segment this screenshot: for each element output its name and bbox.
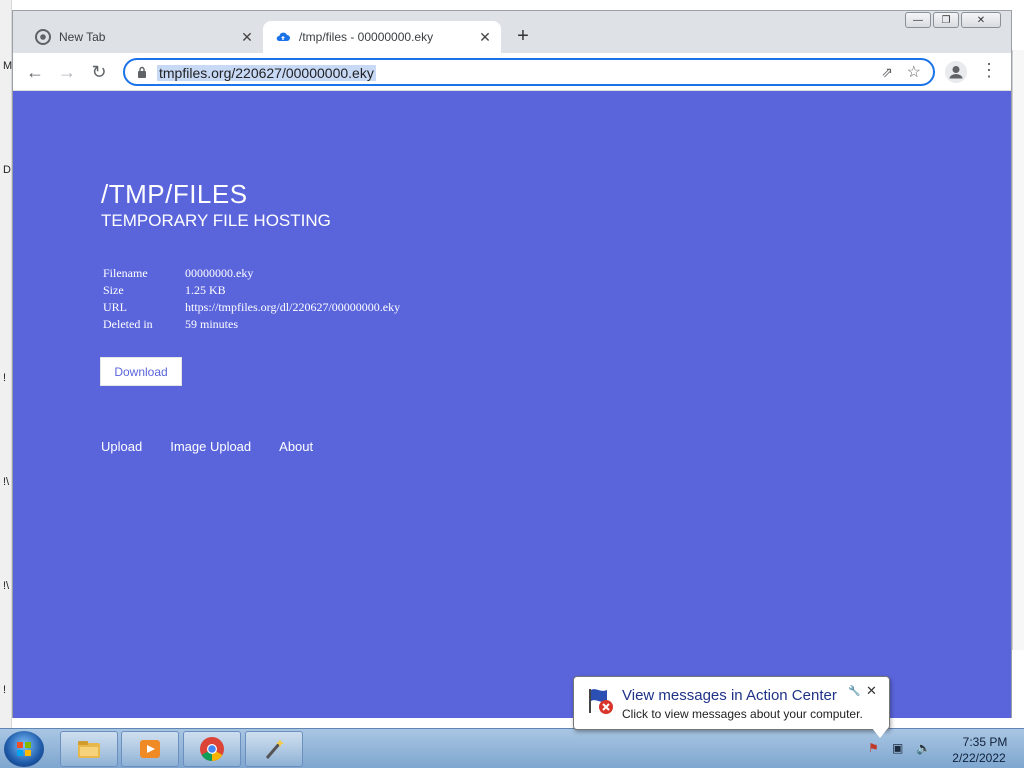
windows-logo-icon (17, 742, 31, 756)
bg-letter: !\ (3, 476, 10, 488)
url-text[interactable]: tmpfiles.org/220627/00000000.eky (157, 65, 376, 81)
action-center-notification[interactable]: View messages in Action Center Click to … (573, 676, 890, 730)
folder-icon (78, 741, 100, 758)
tab-strip: New Tab ✕ /tmp/files - 00000000.eky ✕ + … (13, 11, 1011, 53)
table-row: Filename 00000000.eky (101, 265, 402, 282)
settings-wrench-icon[interactable]: 🔧 (848, 686, 860, 697)
media-player-icon (140, 740, 160, 758)
cloud-upload-icon (276, 32, 290, 41)
profile-icon[interactable] (945, 61, 967, 83)
bg-letter: !\ (3, 580, 10, 592)
info-key: Size (103, 283, 124, 297)
page-title: /TMP/FILES (101, 179, 248, 209)
info-key: Filename (103, 266, 148, 280)
tab-title: /tmp/files - 00000000.eky (299, 30, 434, 44)
close-tab-icon[interactable]: ✕ (475, 29, 495, 46)
volume-icon[interactable]: 🔈 (916, 741, 932, 755)
chrome-icon (35, 29, 51, 45)
window-controls: — ❐ ✕ (903, 12, 1001, 28)
info-value: 1.25 KB (185, 283, 226, 297)
bg-letter: ! (3, 684, 7, 696)
info-key: Deleted in (103, 317, 153, 331)
chrome-icon (200, 737, 224, 761)
browser-toolbar: ← → ↻ tmpfiles.org/220627/00000000.eky ⇗… (13, 53, 1011, 91)
file-info-table: Filename 00000000.eky Size 1.25 KB URL h… (101, 265, 402, 333)
taskbar-chrome[interactable] (183, 731, 241, 767)
info-value: 00000000.eky (185, 266, 254, 280)
taskbar-wizard[interactable] (245, 731, 303, 767)
taskbar: ⚑ ▣ 🔈 7:35 PM 2/22/2022 (0, 728, 1024, 768)
lock-icon (138, 66, 146, 78)
restore-button[interactable]: ❐ (933, 12, 959, 28)
address-bar[interactable]: tmpfiles.org/220627/00000000.eky ⇗ ☆ (123, 58, 935, 86)
info-key: URL (103, 300, 127, 314)
info-value: https://tmpfiles.org/dl/220627/00000000.… (185, 300, 401, 314)
notification-title[interactable]: View messages in Action Center (622, 687, 837, 704)
about-link[interactable]: About (279, 439, 313, 454)
tab-new-tab[interactable]: New Tab ✕ (23, 21, 263, 53)
taskbar-explorer[interactable] (60, 731, 118, 767)
bg-letter: M (3, 60, 13, 72)
close-icon[interactable]: ✕ (866, 683, 877, 699)
close-tab-icon[interactable]: ✕ (237, 29, 257, 46)
image-upload-link[interactable]: Image Upload (170, 439, 251, 454)
taskbar-media-player[interactable] (121, 731, 179, 767)
clock-date[interactable]: 2/22/2022 (946, 751, 1012, 765)
footer-links: Upload Image Upload About (101, 439, 341, 454)
clock-time[interactable]: 7:35 PM (952, 735, 1018, 749)
reload-icon[interactable]: ↻ (87, 60, 111, 84)
tab-tmpfiles[interactable]: /tmp/files - 00000000.eky ✕ (263, 21, 501, 53)
action-center-flag-icon (589, 689, 613, 714)
page-content: /TMP/FILES TEMPORARY FILE HOSTING Filena… (13, 91, 1011, 718)
minimize-button[interactable]: — (905, 12, 931, 28)
table-row: Size 1.25 KB (101, 282, 402, 299)
bg-letter: ! (3, 372, 7, 384)
close-window-button[interactable]: ✕ (961, 12, 1001, 28)
info-value: 59 minutes (185, 317, 238, 331)
new-tab-button[interactable]: + (511, 25, 535, 48)
share-icon[interactable]: ⇗ (881, 64, 893, 81)
browser-window: New Tab ✕ /tmp/files - 00000000.eky ✕ + … (12, 10, 1012, 718)
bg-letter: D (3, 164, 11, 176)
tab-title: New Tab (59, 30, 106, 44)
bookmark-star-icon[interactable]: ☆ (907, 62, 921, 82)
page-subtitle: TEMPORARY FILE HOSTING (101, 211, 331, 230)
magic-wand-icon (265, 739, 285, 759)
notification-text: Click to view messages about your comput… (622, 707, 863, 721)
background-left-strip: M D ! !\ !\ ! (0, 0, 12, 728)
menu-kebab-icon[interactable]: ⋮ (979, 60, 999, 81)
table-row: Deleted in 59 minutes (101, 316, 402, 333)
forward-arrow-icon[interactable]: → (55, 60, 79, 84)
action-center-flag-icon[interactable]: ⚑ (868, 741, 884, 755)
notification-pointer (872, 728, 888, 738)
download-button[interactable]: Download (100, 357, 182, 386)
start-button[interactable] (4, 731, 44, 767)
background-right-strip (1012, 50, 1024, 650)
table-row: URL https://tmpfiles.org/dl/220627/00000… (101, 299, 402, 316)
back-arrow-icon[interactable]: ← (23, 60, 47, 84)
network-icon[interactable]: ▣ (892, 741, 908, 755)
upload-link[interactable]: Upload (101, 439, 142, 454)
